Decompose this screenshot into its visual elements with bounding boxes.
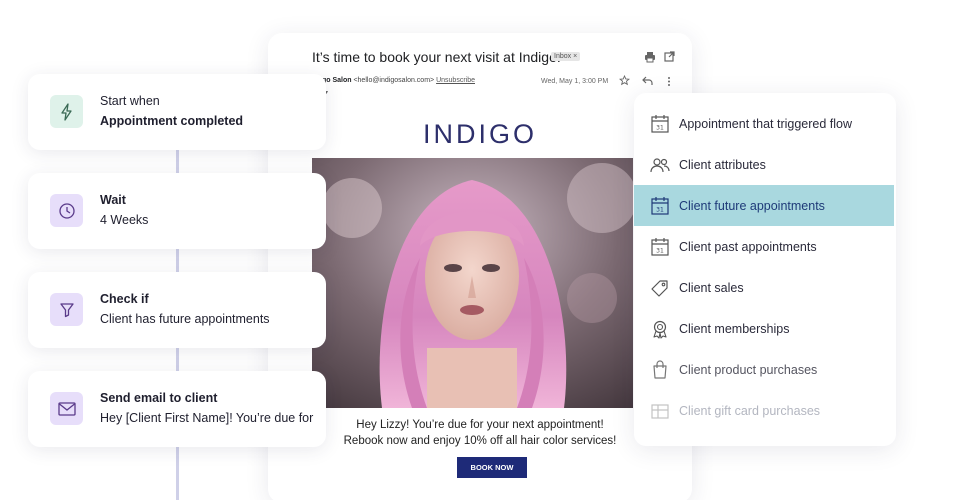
step-title: Send email to client	[100, 391, 218, 405]
calendar-icon: 31	[651, 238, 669, 256]
menu-item-client-attributes[interactable]: Client attributes	[634, 144, 894, 185]
tag-icon	[651, 280, 668, 297]
step-title: Check if	[100, 292, 149, 306]
svg-text:31: 31	[656, 248, 664, 255]
menu-item-gift-card-purchases[interactable]: Client gift card purchases	[634, 390, 894, 431]
book-now-button[interactable]: BOOK NOW	[457, 457, 527, 478]
flow-connector	[176, 150, 179, 174]
flow-step-trigger[interactable]: Start when Appointment completed	[28, 74, 326, 150]
promo-text-line-2: Rebook now and enjoy 10% off all hair co…	[343, 435, 617, 447]
sender-email: <hello@indigosalon.com>	[353, 77, 435, 84]
flow-step-check[interactable]: Check if Client has future appointments	[28, 272, 326, 348]
calendar-icon: 31	[651, 197, 669, 215]
flow-connector	[176, 348, 179, 372]
email-subject: It’s time to book your next visit at Ind…	[312, 49, 561, 65]
menu-item-client-memberships[interactable]: Client memberships	[634, 308, 894, 349]
unsubscribe-link[interactable]: Unsubscribe	[436, 77, 475, 84]
brand-logo: INDIGO	[422, 119, 537, 149]
menu-item-triggering-appointment[interactable]: 31 Appointment that triggered flow	[634, 103, 894, 144]
shopping-bag-icon	[653, 360, 667, 379]
menu-item-label: Appointment that triggered flow	[679, 116, 853, 131]
print-icon[interactable]	[644, 51, 656, 66]
menu-item-label: Client attributes	[679, 157, 766, 172]
step-subtitle: 4 Weeks	[100, 213, 149, 227]
menu-item-label: Client gift card purchases	[679, 403, 821, 418]
flow-step-wait[interactable]: Wait 4 Weeks	[28, 173, 326, 249]
step-subtitle: Appointment completed	[100, 114, 244, 128]
clock-icon	[50, 194, 83, 227]
step-subtitle: Client has future appointments	[100, 312, 270, 326]
badge-icon	[653, 320, 667, 339]
more-vertical-icon[interactable]	[667, 76, 671, 90]
menu-item-client-sales[interactable]: Client sales	[634, 267, 894, 308]
email-date: Wed, May 1, 3:00 PM	[541, 78, 609, 85]
lightning-icon	[50, 95, 83, 128]
reply-icon[interactable]	[642, 76, 653, 89]
step-title: Wait	[100, 193, 126, 207]
menu-item-label: Client future appointments	[679, 198, 825, 213]
menu-item-label: Client memberships	[679, 321, 790, 336]
open-external-icon[interactable]	[664, 51, 675, 65]
envelope-icon	[50, 392, 83, 425]
filter-icon	[50, 293, 83, 326]
svg-text:31: 31	[656, 207, 664, 214]
users-icon	[650, 158, 670, 173]
flow-step-send-email[interactable]: Send email to client Hey [Client First N…	[28, 371, 326, 447]
inbox-label-chip[interactable]: Inbox ×	[551, 52, 581, 61]
flow-connector	[176, 249, 179, 273]
menu-item-label: Client sales	[679, 280, 744, 295]
email-preview: It’s time to book your next visit at Ind…	[268, 33, 692, 500]
data-source-menu: 31 Appointment that triggered flow Clien…	[634, 93, 896, 446]
promo-text-line-1: Hey Lizzy! You’re due for your next appo…	[356, 419, 604, 431]
hero-image	[312, 158, 633, 408]
step-title: Start when	[100, 94, 160, 108]
svg-text:31: 31	[656, 125, 664, 132]
step-subtitle: Hey [Client First Name]! You’re due for	[100, 411, 314, 425]
star-icon[interactable]	[618, 74, 631, 89]
menu-item-past-appointments[interactable]: 31 Client past appointments	[634, 226, 894, 267]
menu-item-future-appointments[interactable]: 31 Client future appointments	[634, 185, 894, 226]
menu-item-label: Client past appointments	[679, 239, 817, 254]
menu-item-label: Client product purchases	[679, 362, 818, 377]
gift-card-icon	[651, 404, 669, 419]
calendar-icon: 31	[651, 115, 669, 133]
flow-connector	[176, 447, 179, 500]
sender-row: igo Salon <hello@indigosalon.com> Unsubs…	[320, 77, 475, 84]
menu-item-product-purchases[interactable]: Client product purchases	[634, 349, 894, 390]
